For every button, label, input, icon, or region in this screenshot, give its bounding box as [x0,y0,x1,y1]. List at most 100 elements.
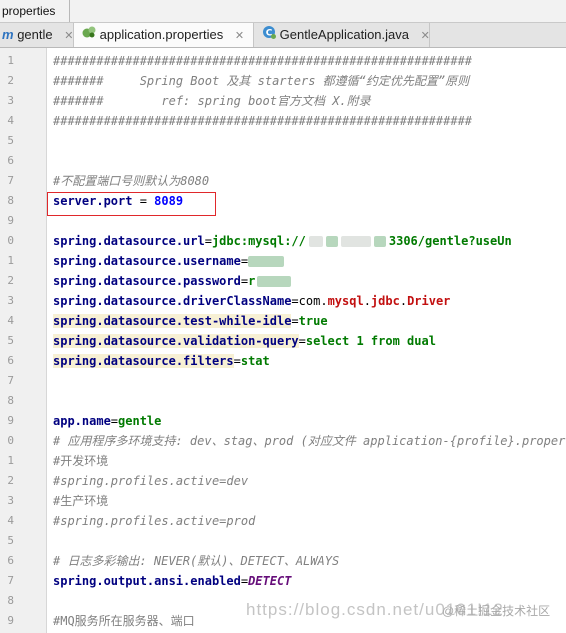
property-key: spring.output.ansi.enabled [53,574,241,588]
highlight-box [47,192,216,216]
tab-gentle[interactable]: m gentle ✕ [0,23,74,47]
code-line: spring.datasource.username= [53,251,285,271]
code-line: spring.datasource.driverClassName=com.my… [53,291,450,311]
redacted-block [308,236,323,247]
line-number: 6 [7,554,14,567]
code-line: ########################################… [53,114,473,128]
line-number: 6 [7,354,14,367]
property-value: 3306/gentle?useUn [388,234,512,248]
comment-text: ####### [53,74,140,88]
code-line: app.name=gentle [53,411,161,431]
code-line: spring.datasource.url=jdbc:mysql:// 3306/… [53,231,512,251]
line-number: 1 [7,454,14,467]
code-line: spring.datasource.filters=stat [53,351,270,371]
tab-label: application.properties [99,27,224,42]
property-value: select 1 from dual [305,334,436,348]
property-value: stat [240,354,270,368]
property-key: spring.datasource.filters [53,354,234,368]
close-icon[interactable]: ✕ [64,30,73,42]
equals-sign: = [240,574,249,588]
code-line: #spring.profiles.active=dev [53,474,249,488]
line-number: 5 [7,534,14,547]
property-value: . [363,294,371,308]
line-number: 0 [7,434,14,447]
close-icon[interactable]: ✕ [235,30,244,42]
property-key: app.name [53,414,111,428]
property-key: spring.datasource.password [53,274,241,288]
code-line: spring.output.ansi.enabled=DETECT [53,571,291,591]
tab-application-properties[interactable]: application.properties ✕ [74,23,254,47]
code-line: # 日志多彩输出: NEVER(默认)、DETECT、ALWAYS [53,554,340,568]
module-icon: m [2,26,14,42]
code-editor[interactable]: ########################################… [47,48,566,633]
property-key: spring.datasource.url [53,234,205,248]
code-line: ####### Spring Boot 及其 starters 都遵循“约定优先… [53,71,469,91]
line-number: 8 [7,394,14,407]
property-key: spring.datasource.test-while-idle [53,314,292,328]
code-line: #生产环境 [53,494,109,508]
line-number: 7 [7,374,14,387]
redacted-block [325,236,338,247]
breadcrumb-item[interactable]: properties [0,0,71,22]
redacted-block [340,236,371,247]
property-key: spring.datasource.driverClassName [53,294,292,308]
code-line: ####### ref: spring boot官方文档 X.附录 [53,91,371,111]
line-number: 9 [7,614,14,627]
property-value: jdbc [370,294,400,308]
line-number: 4 [7,314,14,327]
redacted-block [257,276,292,287]
property-value: r [248,274,256,288]
equals-sign: = [204,234,212,248]
redacted-block [248,256,285,267]
line-number: 5 [7,334,14,347]
code-line: #不配置端口号则默认为8080 [53,174,210,188]
code-line: #开发环境 [53,454,109,468]
line-number: 3 [7,294,14,307]
line-number: 5 [7,134,14,147]
code-line: spring.datasource.password=r [53,271,292,291]
equals-sign: = [233,354,241,368]
line-number: 2 [7,74,14,87]
code-line: #MQ服务所在服务器、端口 [53,614,195,628]
line-number: 3 [7,494,14,507]
line-number: 1 [7,54,14,67]
line-number: 6 [7,154,14,167]
code-line: # 应用程序多环境支持: dev、stag、prod (对应文件 applica… [53,434,566,448]
property-key: spring.datasource.username [53,254,241,268]
line-number: 7 [7,574,14,587]
line-number: 9 [7,414,14,427]
comment-text: ####### [53,94,162,108]
line-number: 8 [7,194,14,207]
line-number-gutter: 1 2 3 4 5 6 7 8 9 0 1 2 3 4 5 6 7 8 9 0 … [0,48,47,633]
breadcrumb-bar: properties [0,0,566,23]
equals-sign: = [291,294,299,308]
line-number: 1 [7,254,14,267]
code-line: #spring.profiles.active=prod [53,514,256,528]
line-number: 8 [7,594,14,607]
comment-text: ref: spring boot官方文档 X.附录 [161,94,371,108]
line-number: 2 [7,474,14,487]
java-class-icon: C [262,23,276,47]
property-value: gentle [118,414,162,428]
equals-sign: = [291,314,299,328]
editor-tab-bar: m gentle ✕ application.properties ✕ C Ge… [0,23,566,48]
code-line: spring.datasource.validation-query=selec… [53,331,436,351]
line-number: 3 [7,94,14,107]
equals-sign: = [240,274,249,288]
property-value: true [298,314,328,328]
close-icon[interactable]: ✕ [421,30,430,42]
property-value: DETECT [248,574,292,588]
property-key: spring.datasource.validation-query [53,334,299,348]
property-value: jdbc:mysql:// [211,234,306,248]
properties-file-icon [82,23,96,47]
property-value: com. [298,294,328,308]
line-number: 7 [7,174,14,187]
tab-label: gentle [17,27,53,42]
watermark-site: @稀土掘金技术社区 [442,604,551,618]
tab-gentle-application-java[interactable]: C GentleApplication.java ✕ [254,23,430,47]
line-number: 4 [7,114,14,127]
equals-sign: = [240,254,249,268]
redacted-block [373,236,386,247]
line-number: 9 [7,214,14,227]
equals-sign: = [110,414,119,428]
